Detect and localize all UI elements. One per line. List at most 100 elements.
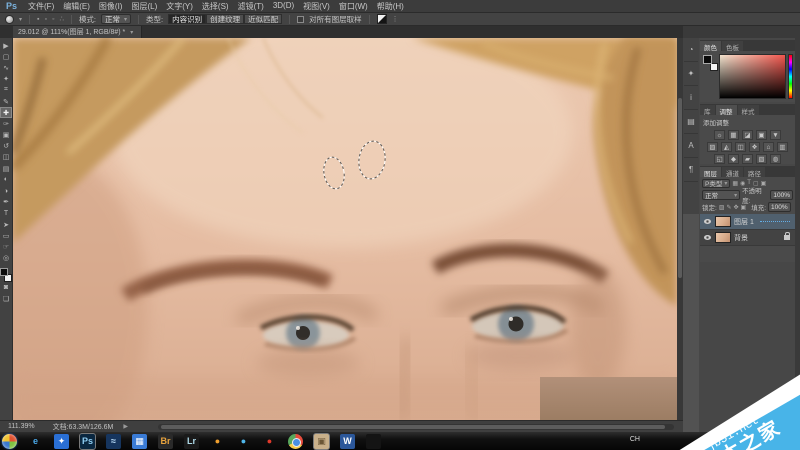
spot-healing-brush-tool[interactable]: ✚ (0, 107, 12, 119)
navigator-panel-icon[interactable]: ✦ (684, 62, 698, 86)
adjustment-icon[interactable]: ▦ (728, 130, 739, 140)
grid-app-icon[interactable]: ▦ (132, 433, 147, 449)
black-window-icon[interactable] (366, 433, 381, 449)
adjustment-icon[interactable]: ▧ (756, 154, 767, 164)
gradient-tool[interactable]: ▤ (0, 163, 12, 174)
menu-图像[interactable]: 图像(I) (99, 1, 123, 12)
background-color-swatch[interactable] (710, 63, 718, 71)
input-method-indicator[interactable]: CH (630, 436, 640, 443)
visibility-eye-icon[interactable] (702, 219, 712, 224)
move-tool[interactable]: ▶ (0, 40, 12, 51)
menu-窗口[interactable]: 窗口(W) (339, 1, 368, 12)
word-icon[interactable]: W (340, 433, 355, 449)
menu-视图[interactable]: 视图(V) (303, 1, 330, 12)
vertical-scrollbar-handle[interactable] (678, 98, 682, 278)
marquee-tool[interactable]: ▢ (0, 51, 12, 62)
clone-stamp-tool[interactable]: ▣ (0, 130, 12, 141)
chevron-down-icon[interactable]: ▾ (19, 16, 22, 23)
photoshop-icon[interactable]: Ps (80, 433, 95, 449)
brush-panel-icon[interactable]: ▪ (37, 16, 39, 23)
pattern-icon[interactable]: ∴ (59, 15, 63, 23)
adjustments-tab[interactable]: 样式 (737, 105, 759, 116)
hue-slider[interactable] (788, 54, 793, 99)
layer-thumbnail[interactable] (715, 216, 731, 227)
layer-name[interactable]: 背景 (734, 233, 748, 243)
foreground-color-swatch[interactable] (0, 267, 8, 276)
chrome-icon[interactable] (288, 433, 303, 449)
adjustment-icon[interactable]: ❖ (749, 142, 760, 152)
layer-thumbnail[interactable] (715, 232, 731, 243)
properties-panel-icon[interactable]: ▤ (684, 110, 698, 134)
horizontal-scrollbar-handle[interactable] (161, 425, 665, 429)
lock-icon[interactable]: ✎ (726, 204, 731, 211)
adjustments-tab[interactable]: 库 (700, 105, 715, 116)
type-button[interactable]: 内容识别 (168, 14, 207, 24)
coins-app-icon[interactable]: ● (210, 434, 225, 449)
menu-帮助[interactable]: 帮助(H) (377, 1, 404, 12)
shape-tool[interactable]: ▭ (0, 230, 12, 241)
path-selection-tool[interactable]: ➤ (0, 219, 12, 230)
color-tab[interactable]: 色板 (722, 41, 743, 52)
layer-name[interactable]: 图层 1 (734, 217, 754, 227)
menu-图层[interactable]: 图层(L) (131, 1, 157, 12)
quick-selection-tool[interactable]: ✦ (0, 74, 12, 85)
hand-tool[interactable]: ☞ (0, 241, 12, 252)
adjustment-icon[interactable]: ◭ (721, 142, 732, 152)
more-options-icon[interactable]: ⋮ (392, 15, 399, 23)
screen-mode-icon[interactable]: ❏ (0, 293, 12, 304)
canvas[interactable] (13, 38, 677, 420)
adjustment-icon[interactable]: ▨ (707, 142, 718, 152)
lock-icon[interactable]: ▣ (741, 204, 747, 211)
layer-filter-icon[interactable]: ▦ (732, 180, 738, 187)
bridge-icon[interactable]: Br (158, 433, 173, 449)
adjustment-icon[interactable]: ◍ (770, 154, 781, 164)
color-tab[interactable]: 颜色 (700, 41, 721, 52)
blend-mode-select[interactable]: 正常 ▾ (702, 190, 741, 200)
tool-preset-icon[interactable] (5, 14, 14, 24)
diagonal-swatch-icon[interactable] (376, 14, 387, 24)
adjustment-icon[interactable]: ◱ (714, 154, 725, 164)
lightroom-icon[interactable]: Lr (184, 433, 199, 449)
lock-icon[interactable]: ▨ (719, 204, 725, 211)
adjustment-icon[interactable]: ◫ (735, 142, 746, 152)
internet-explorer-icon[interactable]: e (28, 434, 43, 449)
fill-value[interactable]: 100% (768, 202, 791, 212)
photo-viewer-icon[interactable]: ▣ (314, 433, 329, 449)
history-panel-icon[interactable]: ◔ (684, 38, 698, 62)
type-button[interactable]: 近似匹配 (244, 14, 283, 24)
menu-编辑[interactable]: 编辑(E) (63, 1, 90, 12)
adjustments-tab[interactable]: 调整 (715, 105, 737, 116)
adjustment-icon[interactable]: ▥ (777, 142, 788, 152)
menu-文件[interactable]: 文件(F) (28, 1, 54, 12)
mode-select[interactable]: 正常 ▾ (101, 14, 132, 24)
layers-tab[interactable]: 图层 (700, 167, 721, 178)
layer-row[interactable]: 背景 (700, 230, 795, 246)
layers-tab[interactable]: 通道 (722, 167, 743, 178)
thunder-icon[interactable]: ≈ (106, 433, 121, 449)
layers-tab[interactable]: 路径 (744, 167, 765, 178)
zoom-tool[interactable]: ◎ (0, 253, 12, 264)
adjustment-icon[interactable]: ◆ (728, 154, 739, 164)
layer-row[interactable]: 图层 1 (700, 214, 795, 230)
paragraph-panel-icon[interactable]: ¶ (684, 158, 698, 182)
visibility-eye-icon[interactable] (702, 235, 712, 240)
adjustment-icon[interactable]: ⌂ (763, 142, 774, 152)
type-button[interactable]: 创建纹理 (206, 14, 245, 24)
color-swatches[interactable] (0, 267, 12, 282)
color-field[interactable] (719, 54, 786, 99)
start-button[interactable] (2, 433, 17, 449)
horizontal-scrollbar[interactable] (158, 424, 674, 430)
info-panel-icon[interactable]: i (684, 86, 698, 110)
blur-tool[interactable]: ◐ (0, 174, 12, 185)
type-tool[interactable]: T (0, 208, 12, 219)
layer-filter-select[interactable]: P类型 ▾ (702, 178, 731, 188)
adjustment-icon[interactable]: ▣ (756, 130, 767, 140)
adjustment-icon[interactable]: ▼ (770, 130, 781, 140)
lasso-tool[interactable]: ∿ (0, 62, 12, 73)
adjustment-icon[interactable]: ☼ (714, 130, 725, 140)
foreground-color-swatch[interactable] (703, 55, 712, 64)
portrait-photo[interactable] (13, 38, 677, 420)
eyedropper-tool[interactable]: ✎ (0, 96, 12, 107)
menu-文字[interactable]: 文字(Y) (166, 1, 193, 12)
status-flyout-icon[interactable]: ▶ (123, 423, 128, 430)
